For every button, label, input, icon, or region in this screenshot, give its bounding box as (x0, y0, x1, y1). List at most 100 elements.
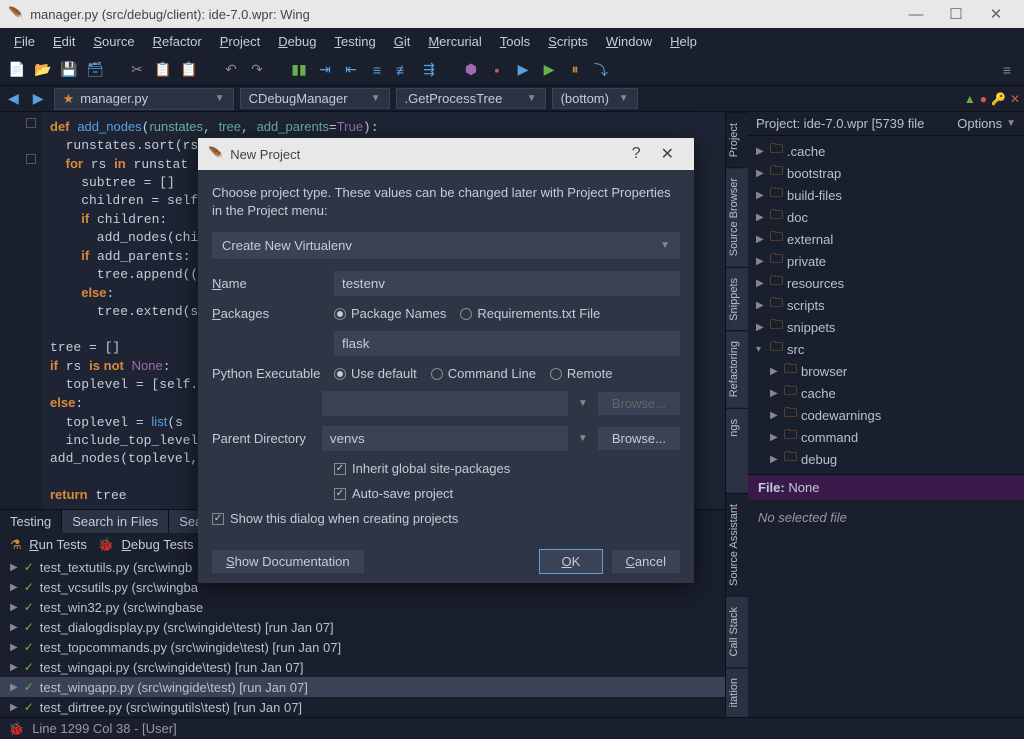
open-icon[interactable]: 📂 (34, 61, 52, 79)
vtab-source-assistant[interactable]: Source Assistant (726, 493, 748, 596)
cut-icon[interactable]: ✂ (128, 61, 146, 79)
save-icon[interactable]: 💾 (60, 61, 78, 79)
vtab-snippets[interactable]: Snippets (726, 267, 748, 331)
tree-node[interactable]: ▶🗀command (748, 426, 1024, 448)
menu-edit[interactable]: Edit (45, 31, 83, 52)
parent-dir-input[interactable] (322, 426, 568, 451)
menu-file[interactable]: File (6, 31, 43, 52)
tree-node[interactable]: ▶🗀.cache (748, 140, 1024, 162)
test-row[interactable]: ▶✓test_dialogdisplay.py (src\wingide\tes… (0, 617, 725, 637)
copy-icon[interactable]: 📋 (154, 61, 172, 79)
ok-button[interactable]: OK (540, 550, 601, 573)
tab-search-in-files[interactable]: Search in Files (62, 510, 169, 533)
tree-node[interactable]: ▶🗀codewarnings (748, 404, 1024, 426)
tree-node[interactable]: ▶🗀snippets (748, 316, 1024, 338)
bug-icon[interactable]: 🐞 (8, 721, 24, 737)
python-exec-input[interactable] (322, 391, 568, 416)
cancel-button[interactable]: Cancel (612, 550, 680, 573)
tree-node[interactable]: ▶🗀debug (748, 448, 1024, 470)
menu-mercurial[interactable]: Mercurial (420, 31, 489, 52)
minimize-button[interactable]: — (896, 6, 936, 23)
test-row[interactable]: ▶✓test_wingapi.py (src\wingide\test) [ru… (0, 657, 725, 677)
menu-project[interactable]: Project (212, 31, 268, 52)
file-combo[interactable]: ★ manager.py ▼ (54, 88, 234, 110)
menu-scripts[interactable]: Scripts (540, 31, 596, 52)
options-chev-icon[interactable]: ▼ (1006, 118, 1016, 129)
test-row[interactable]: ▶✓test_wingapp.py (src\wingide\test) [ru… (0, 677, 725, 697)
paste-icon[interactable]: 📋 (180, 61, 198, 79)
browse-parent-button[interactable]: Browse... (598, 427, 680, 450)
comment-icon[interactable]: ≡ (368, 61, 386, 79)
name-input[interactable] (334, 271, 680, 296)
tree-node[interactable]: ▶🗀doc (748, 206, 1024, 228)
scope-combo[interactable]: (bottom) ▼ (552, 88, 638, 109)
chev-down-icon[interactable]: ▼ (578, 398, 588, 409)
close-button[interactable]: ✕ (976, 5, 1016, 23)
test-row[interactable]: ▶✓test_topcommands.py (src\wingide\test)… (0, 637, 725, 657)
stop-icon[interactable]: ▪ (488, 61, 506, 79)
save-all-icon[interactable]: 🗃 (86, 61, 104, 79)
test-row[interactable]: ▶✓test_dirtree.py (src\wingutils\test) [… (0, 697, 725, 717)
menu-source[interactable]: Source (85, 31, 142, 52)
vtab-project[interactable]: Project (726, 112, 748, 167)
tree-node[interactable]: ▶🗀external (748, 228, 1024, 250)
inherit-checkbox[interactable]: ✓Inherit global site-packages (334, 461, 510, 476)
dialog-help-icon[interactable]: ? (622, 145, 651, 163)
show-doc-button[interactable]: Show Documentation (212, 550, 364, 573)
menu-icon[interactable]: ≡ (998, 61, 1016, 79)
vtab-call-stack[interactable]: Call Stack (726, 596, 748, 667)
show-dialog-checkbox[interactable]: ✓Show this dialog when creating projects (212, 511, 680, 526)
maximize-button[interactable]: ☐ (936, 5, 976, 23)
nav-back-icon[interactable]: ◀ (4, 90, 23, 107)
graph-icon[interactable]: ▮▮ (290, 61, 308, 79)
menu-help[interactable]: Help (662, 31, 705, 52)
radio-remote[interactable]: Remote (550, 366, 613, 381)
tree-node[interactable]: ▶🗀scripts (748, 294, 1024, 316)
menu-window[interactable]: Window (598, 31, 660, 52)
test-row[interactable]: ▶✓test_win32.py (src\wingbase (0, 597, 725, 617)
lock-icon[interactable]: 🔑 (991, 92, 1006, 106)
vtab-refactoring[interactable]: Refactoring (726, 330, 748, 407)
indent-icon[interactable]: ⇥ (316, 61, 334, 79)
python-icon[interactable]: ⬢ (462, 61, 480, 79)
run-tests-button[interactable]: Run Tests (29, 537, 87, 552)
menu-debug[interactable]: Debug (270, 31, 324, 52)
undo-icon[interactable]: ↶ (222, 61, 240, 79)
tree-node[interactable]: ▶🗀resources (748, 272, 1024, 294)
tree-node[interactable]: ▾🗀src (748, 338, 1024, 360)
debug-tests-button[interactable]: Debug Tests (122, 537, 194, 552)
radio-package-names[interactable]: Package Names (334, 306, 446, 321)
radio-command-line[interactable]: Command Line (431, 366, 536, 381)
dialog-close-icon[interactable]: ✕ (651, 144, 684, 164)
nav-fwd-icon[interactable]: ▶ (29, 90, 48, 107)
menu-testing[interactable]: Testing (327, 31, 384, 52)
method-combo[interactable]: .GetProcessTree ▼ (396, 88, 546, 109)
outdent-icon[interactable]: ⇤ (342, 61, 360, 79)
pause-icon[interactable]: ⏸ (566, 61, 584, 79)
tree-node[interactable]: ▶🗀cache (748, 382, 1024, 404)
debug-icon[interactable]: ▶ (514, 61, 532, 79)
tree-node[interactable]: ▶🗀bootstrap (748, 162, 1024, 184)
vtab-itation[interactable]: itation (726, 667, 748, 717)
redo-icon[interactable]: ↷ (248, 61, 266, 79)
tab-testing[interactable]: Testing (0, 510, 62, 533)
step-icon[interactable]: ⤵ (592, 61, 610, 79)
radio-use-default[interactable]: Use default (334, 366, 417, 381)
tree-node[interactable]: ▶🗀browser (748, 360, 1024, 382)
packages-input[interactable] (334, 331, 680, 356)
format-icon[interactable]: ⇶ (420, 61, 438, 79)
vtab-ngs[interactable]: ngs (726, 408, 748, 447)
autosave-checkbox[interactable]: ✓Auto-save project (334, 486, 453, 501)
options-link[interactable]: Options (957, 116, 1002, 131)
radio-requirements[interactable]: Requirements.txt File (460, 306, 600, 321)
uncomment-icon[interactable]: ≢ (394, 61, 412, 79)
menu-tools[interactable]: Tools (492, 31, 538, 52)
menu-refactor[interactable]: Refactor (145, 31, 210, 52)
tree-node[interactable]: ▶🗀build-files (748, 184, 1024, 206)
project-type-combo[interactable]: Create New Virtualenv ▼ (212, 232, 680, 259)
vtab-source-browser[interactable]: Source Browser (726, 167, 748, 266)
new-file-icon[interactable]: 📄 (8, 61, 26, 79)
chev-down-icon[interactable]: ▼ (578, 433, 588, 444)
close-tab-icon[interactable]: ✕ (1010, 92, 1020, 106)
class-combo[interactable]: CDebugManager ▼ (240, 88, 390, 109)
